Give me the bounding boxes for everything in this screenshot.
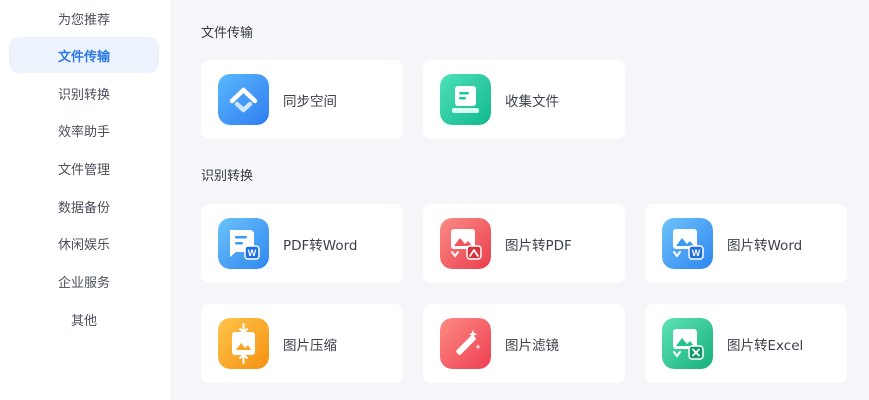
image-to-excel-icon xyxy=(662,318,713,369)
image-compress-icon xyxy=(218,318,269,369)
card-sync-space[interactable]: 同步空间 xyxy=(201,60,403,139)
section-title-file-transfer: 文件传输 xyxy=(201,26,254,41)
main-content: 文件传输 同步空间 收集文件 识别转换 W PDF转Word 图片转PDF W … xyxy=(170,0,869,400)
sidebar-item-label: 其他 xyxy=(70,313,97,329)
sidebar-item-label: 识别转换 xyxy=(57,87,110,103)
sidebar-item-efficiency[interactable]: 效率助手 xyxy=(9,112,159,148)
card-pdf-to-word[interactable]: W PDF转Word xyxy=(201,204,403,283)
card-label: 图片压缩 xyxy=(283,337,337,354)
sidebar-item-label: 为您推荐 xyxy=(57,12,110,28)
image-to-word-icon: W xyxy=(662,218,713,269)
sidebar-item-recommend[interactable]: 为您推荐 xyxy=(9,0,159,36)
collect-files-icon xyxy=(440,74,491,125)
card-image-to-word[interactable]: W 图片转Word xyxy=(645,204,847,283)
svg-text:W: W xyxy=(692,248,701,258)
sidebar-item-label: 企业服务 xyxy=(57,275,110,291)
sync-space-icon xyxy=(218,74,269,125)
sidebar-item-backup[interactable]: 数据备份 xyxy=(9,188,159,224)
card-image-to-pdf[interactable]: 图片转PDF xyxy=(423,204,625,283)
card-label: 图片转Excel xyxy=(727,337,804,354)
image-to-pdf-icon xyxy=(440,218,491,269)
pdf-to-word-icon: W xyxy=(218,218,269,269)
svg-text:W: W xyxy=(248,248,257,258)
card-label: 图片滤镜 xyxy=(505,337,559,354)
card-label: 图片转PDF xyxy=(505,237,572,254)
sidebar-item-file-manage[interactable]: 文件管理 xyxy=(9,150,159,186)
sidebar-item-label: 休闲娱乐 xyxy=(57,237,110,253)
sidebar-item-recognize-convert[interactable]: 识别转换 xyxy=(9,75,159,111)
card-label: 图片转Word xyxy=(727,237,803,254)
card-label: 收集文件 xyxy=(505,93,559,110)
sidebar-item-label: 文件管理 xyxy=(57,162,110,178)
sidebar-item-leisure[interactable]: 休闲娱乐 xyxy=(9,225,159,261)
sidebar-item-enterprise[interactable]: 企业服务 xyxy=(9,263,159,299)
sidebar-item-other[interactable]: 其他 xyxy=(9,301,159,337)
card-collect-files[interactable]: 收集文件 xyxy=(423,60,625,139)
card-image-to-excel[interactable]: 图片转Excel xyxy=(645,304,847,383)
card-image-compress[interactable]: 图片压缩 xyxy=(201,304,403,383)
sidebar-item-label: 文件传输 xyxy=(57,49,110,65)
card-image-filter[interactable]: 图片滤镜 xyxy=(423,304,625,383)
sidebar-item-file-transfer[interactable]: 文件传输 xyxy=(9,37,159,73)
sidebar-item-label: 数据备份 xyxy=(57,200,110,216)
sidebar: 为您推荐 文件传输 识别转换 效率助手 文件管理 数据备份 休闲娱乐 企业服务 … xyxy=(0,0,170,400)
section-title-recognize-convert: 识别转换 xyxy=(201,169,254,184)
sidebar-item-label: 效率助手 xyxy=(57,124,110,140)
image-filter-icon xyxy=(440,318,491,369)
card-label: PDF转Word xyxy=(283,237,358,254)
card-label: 同步空间 xyxy=(283,93,337,110)
